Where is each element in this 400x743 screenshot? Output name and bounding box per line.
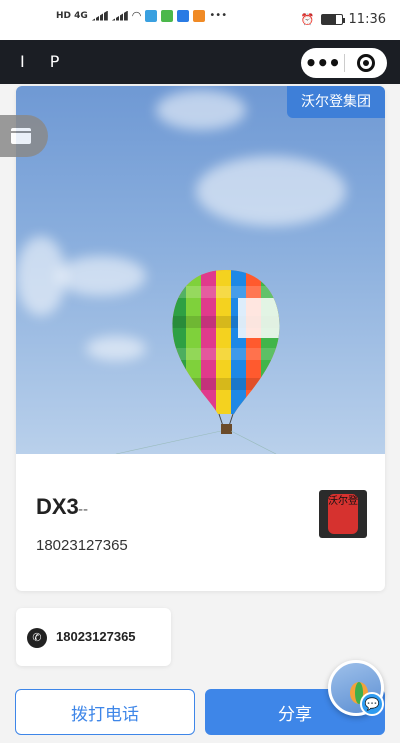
phone-chip[interactable]: ✆ 18023127365: [16, 608, 171, 666]
status-right: ⏰ 11:36: [301, 12, 386, 27]
wechat-icon: [161, 9, 174, 22]
call-button[interactable]: 拨打电话: [15, 689, 195, 735]
battery-icon: [320, 14, 345, 25]
signal-icon: [91, 10, 108, 21]
navbar: I P •••: [0, 40, 400, 84]
wifi-icon: ◠: [131, 9, 142, 22]
logo-seal: 沃尔登: [328, 494, 358, 534]
card-info: DX3 -- 18023127365 沃尔登: [16, 454, 385, 591]
close-button[interactable]: [345, 54, 388, 72]
status-left: HD 4G ◠ •••: [56, 9, 227, 22]
nav-title: I P: [20, 52, 70, 71]
app-notification-icon-3: [193, 9, 206, 22]
phone-icon: ✆: [27, 628, 47, 648]
more-dots-icon[interactable]: •••: [301, 53, 344, 73]
network-label: HD 4G: [56, 10, 88, 21]
contact-phone[interactable]: 18023127365: [36, 537, 128, 554]
app-notification-icon: [145, 9, 158, 22]
alarm-icon: ⏰: [300, 13, 315, 26]
time: 11:36: [348, 12, 386, 27]
chat-icon[interactable]: 💬: [360, 692, 384, 716]
target-circle-icon: [356, 54, 375, 72]
miniapp-capsule: •••: [301, 48, 387, 78]
hot-air-balloon-image: [115, 270, 280, 454]
company-logo: 沃尔登: [319, 490, 367, 538]
status-bar: HD 4G ◠ ••• ⏰ 11:36: [0, 0, 400, 40]
app-notification-icon-2: [177, 9, 190, 22]
hero-image: 沃尔登集团: [16, 86, 385, 454]
more-dots-icon: •••: [209, 10, 228, 21]
signal-icon-2: [111, 10, 128, 21]
phone-chip-number: 18023127365: [56, 629, 136, 644]
corp-tag: 沃尔登集团: [287, 86, 385, 118]
contact-title: --: [78, 502, 89, 518]
contact-name: DX3: [36, 494, 79, 519]
floating-card-button[interactable]: [0, 115, 48, 157]
business-card: 沃尔登集团 DX3 -- 18023127365 沃尔登: [16, 86, 385, 591]
card-stack-icon: [11, 128, 31, 144]
